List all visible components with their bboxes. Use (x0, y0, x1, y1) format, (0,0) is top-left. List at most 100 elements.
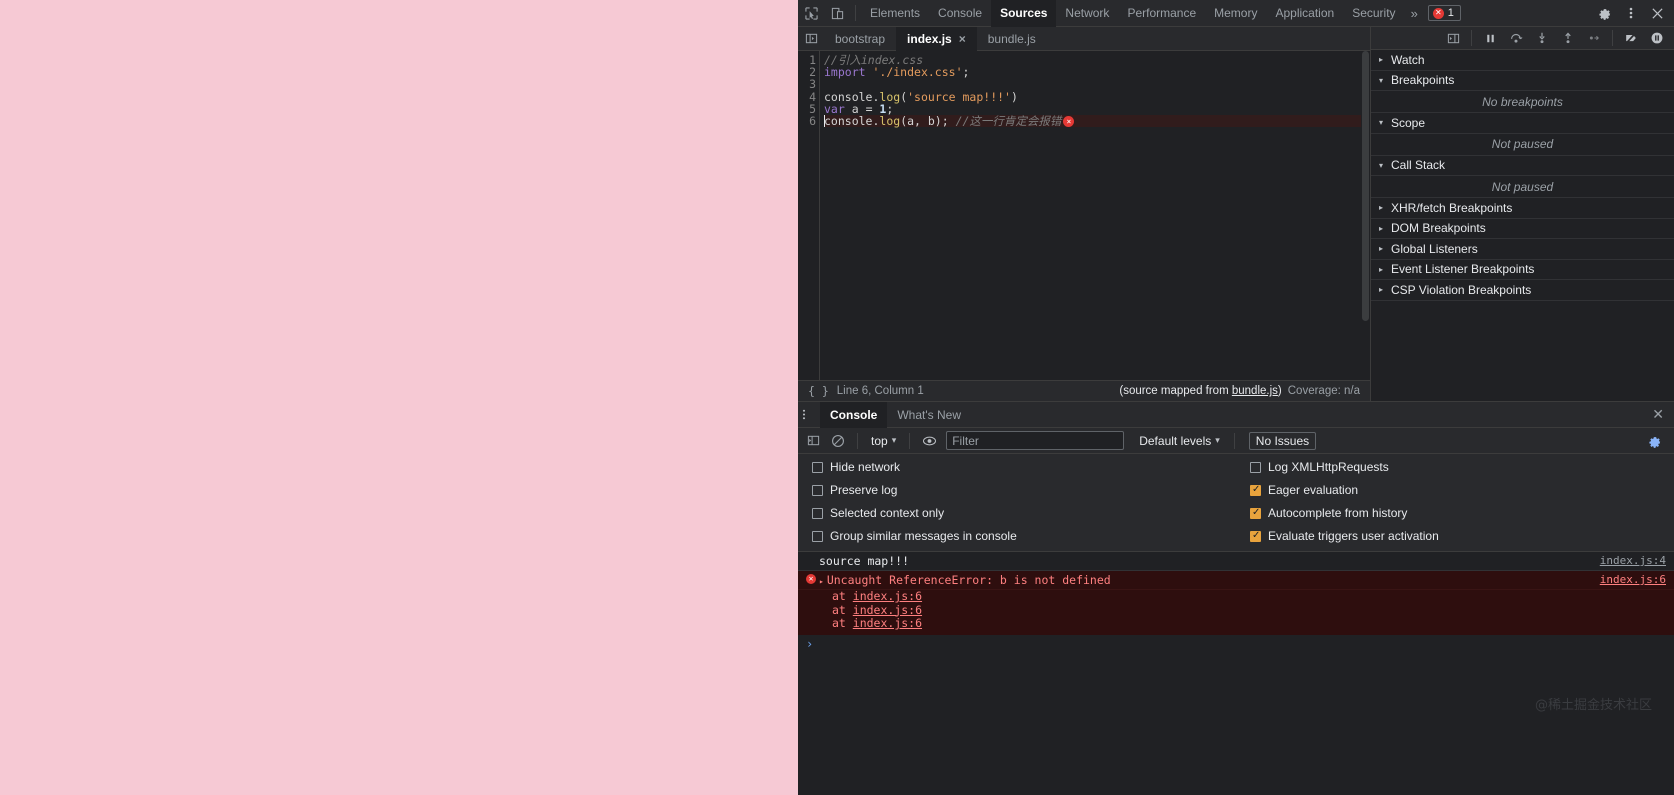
error-count-label: 1 (1447, 7, 1454, 19)
debugger-section-breakpoints[interactable]: ▾ Breakpoints (1371, 71, 1674, 91)
console-message-source-link[interactable]: index.js:6 (1590, 573, 1666, 586)
debugger-section-event-listener-breakpoints[interactable]: ▸ Event Listener Breakpoints (1371, 260, 1674, 280)
console-setting-hide-network[interactable]: Hide network (812, 460, 1236, 474)
drawer-tab-console[interactable]: Console (820, 401, 888, 428)
inline-error-icon[interactable]: × (1063, 115, 1075, 127)
debugger-section-csp-violation-breakpoints[interactable]: ▸ CSP Violation Breakpoints (1371, 280, 1674, 301)
show-debugger-sidebar-icon[interactable] (1440, 27, 1466, 50)
code-content[interactable]: //引入index.css import './index.css'; consol… (820, 51, 1370, 380)
checkbox[interactable] (812, 461, 823, 473)
checkbox[interactable] (1250, 507, 1261, 519)
pause-on-exceptions-icon[interactable] (1644, 27, 1670, 50)
gear-icon[interactable] (1592, 1, 1618, 25)
tab-elements[interactable]: Elements (861, 0, 929, 27)
checkbox[interactable] (1250, 530, 1261, 542)
device-toolbar-icon[interactable] (824, 1, 850, 25)
drawer-tab-whats-new[interactable]: What's New (887, 402, 971, 428)
tab-performance[interactable]: Performance (1118, 0, 1205, 27)
bundle-js-link[interactable]: bundle.js (1232, 385, 1278, 397)
expand-message-icon[interactable]: ▸ (819, 577, 824, 586)
tab-memory[interactable]: Memory (1205, 0, 1266, 27)
step-icon[interactable] (1581, 27, 1607, 50)
close-drawer-icon[interactable]: ✕ (1642, 406, 1674, 423)
code-line[interactable]: console.log(a, b); //这一行肯定会报错 × (824, 113, 1370, 128)
tab-console[interactable]: Console (929, 0, 991, 27)
debugger-section-call-stack[interactable]: ▾ Call Stack (1371, 156, 1674, 176)
code-token: log (879, 113, 901, 128)
tab-security[interactable]: Security (1343, 0, 1404, 27)
console-prompt[interactable]: › (798, 635, 1674, 653)
code-line[interactable]: console.log('source map!!!') (824, 90, 1370, 103)
step-into-icon[interactable] (1529, 27, 1555, 50)
code-editor[interactable]: 1 2 3 4 5 6 //引入index.css import './index… (798, 51, 1370, 380)
deactivate-breakpoints-icon[interactable] (1618, 27, 1644, 50)
debugger-section-label: Event Listener Breakpoints (1391, 262, 1535, 277)
console-settings-gear-icon[interactable] (1644, 431, 1666, 451)
stack-frame-link[interactable]: index.js:6 (853, 589, 922, 603)
close-tab-icon[interactable]: × (959, 27, 966, 51)
console-message-source-link[interactable]: index.js:4 (1590, 554, 1666, 567)
editor-column: bootstrap index.js × bundle.js 1 2 3 4 5 (798, 26, 1370, 401)
close-icon[interactable] (1644, 1, 1670, 25)
file-tab-bootstrap[interactable]: bootstrap (824, 27, 896, 51)
stack-frame-link[interactable]: index.js:6 (853, 616, 922, 630)
console-setting-label: Preserve log (830, 483, 898, 497)
file-tab-bundle-js[interactable]: bundle.js (977, 27, 1047, 51)
debugger-section-xhr-fetch-breakpoints[interactable]: ▸ XHR/fetch Breakpoints (1371, 198, 1674, 219)
inspect-element-icon[interactable] (798, 1, 824, 25)
console-message[interactable]: source map!!! index.js:4 (798, 552, 1674, 571)
file-tab-index-js[interactable]: index.js × (896, 26, 977, 51)
tab-application[interactable]: Application (1266, 0, 1343, 27)
console-setting-log-xmlhttprequests[interactable]: Log XMLHttpRequests (1250, 460, 1674, 474)
checkbox[interactable] (812, 507, 823, 519)
execution-context-selector[interactable]: top ▾ (866, 434, 901, 448)
no-issues-button[interactable]: No Issues (1248, 431, 1317, 450)
checkbox[interactable] (1250, 461, 1261, 473)
scrollbar-thumb[interactable] (1362, 51, 1369, 321)
debugger-section-scope[interactable]: ▾ Scope (1371, 113, 1674, 134)
pretty-print-icon[interactable]: { } (804, 384, 837, 398)
execution-context-label: top (871, 433, 888, 448)
show-navigator-icon[interactable] (798, 27, 824, 51)
console-toolbar: top ▾ Default levels ▾ No Issues (798, 428, 1674, 454)
console-setting-eager-evaluation[interactable]: Eager evaluation (1250, 483, 1674, 497)
console-message[interactable]: ✕ ▸ Uncaught ReferenceError: b is not defi… (798, 571, 1674, 590)
console-sidebar-icon[interactable] (802, 431, 824, 451)
log-levels-selector[interactable]: Default levels ▾ (1133, 434, 1226, 448)
console-setting-autocomplete-from-history[interactable]: Autocomplete from history (1250, 506, 1674, 520)
tab-network[interactable]: Network (1056, 0, 1118, 27)
chevron-down-icon: ▾ (1379, 118, 1384, 128)
more-tabs-icon[interactable]: » (1405, 6, 1424, 21)
step-over-icon[interactable] (1503, 27, 1529, 50)
live-expression-icon[interactable] (918, 431, 940, 451)
pause-resume-icon[interactable] (1477, 27, 1503, 50)
checkbox[interactable] (812, 484, 823, 496)
line-number: 3 (809, 77, 816, 92)
step-out-icon[interactable] (1555, 27, 1581, 50)
more-options-icon[interactable] (1618, 1, 1644, 25)
clear-console-icon[interactable] (827, 431, 849, 451)
debugger-sidebar: ▸ Watch ▾ Breakpoints No breakpoints ▾ Scope No… (1370, 27, 1674, 401)
chevron-right-icon: ▸ (1379, 223, 1384, 233)
drawer-tabbar: Console What's New ✕ (798, 401, 1674, 428)
debugger-section-label: XHR/fetch Breakpoints (1391, 200, 1513, 215)
console-setting-group-similar-messages-in-console[interactable]: Group similar messages in console (812, 529, 1236, 543)
console-setting-evaluate-triggers-user-activation[interactable]: Evaluate triggers user activation (1250, 529, 1674, 543)
console-setting-preserve-log[interactable]: Preserve log (812, 483, 1236, 497)
code-token: './index.css' (872, 65, 963, 80)
debugger-section-global-listeners[interactable]: ▸ Global Listeners (1371, 239, 1674, 260)
search-input[interactable] (946, 431, 1125, 450)
stack-frame-link[interactable]: index.js:6 (853, 603, 922, 617)
debugger-section-dom-breakpoints[interactable]: ▸ DOM Breakpoints (1371, 219, 1674, 239)
checkbox[interactable] (812, 530, 823, 542)
code-line[interactable]: import './index.css'; (824, 66, 1370, 78)
console-message-list[interactable]: source map!!! index.js:4 ✕ ▸ Uncaught Refere… (798, 552, 1674, 795)
editor-scrollbar[interactable] (1361, 51, 1370, 380)
console-setting-selected-context-only[interactable]: Selected context only (812, 506, 1236, 520)
console-setting-label: Hide network (830, 460, 901, 474)
tab-sources[interactable]: Sources (991, 0, 1057, 27)
checkbox[interactable] (1250, 484, 1261, 496)
error-count-badge[interactable]: ✕ 1 (1427, 5, 1461, 21)
debugger-section-watch[interactable]: ▸ Watch (1371, 50, 1674, 71)
more-tools-icon[interactable] (798, 408, 820, 421)
